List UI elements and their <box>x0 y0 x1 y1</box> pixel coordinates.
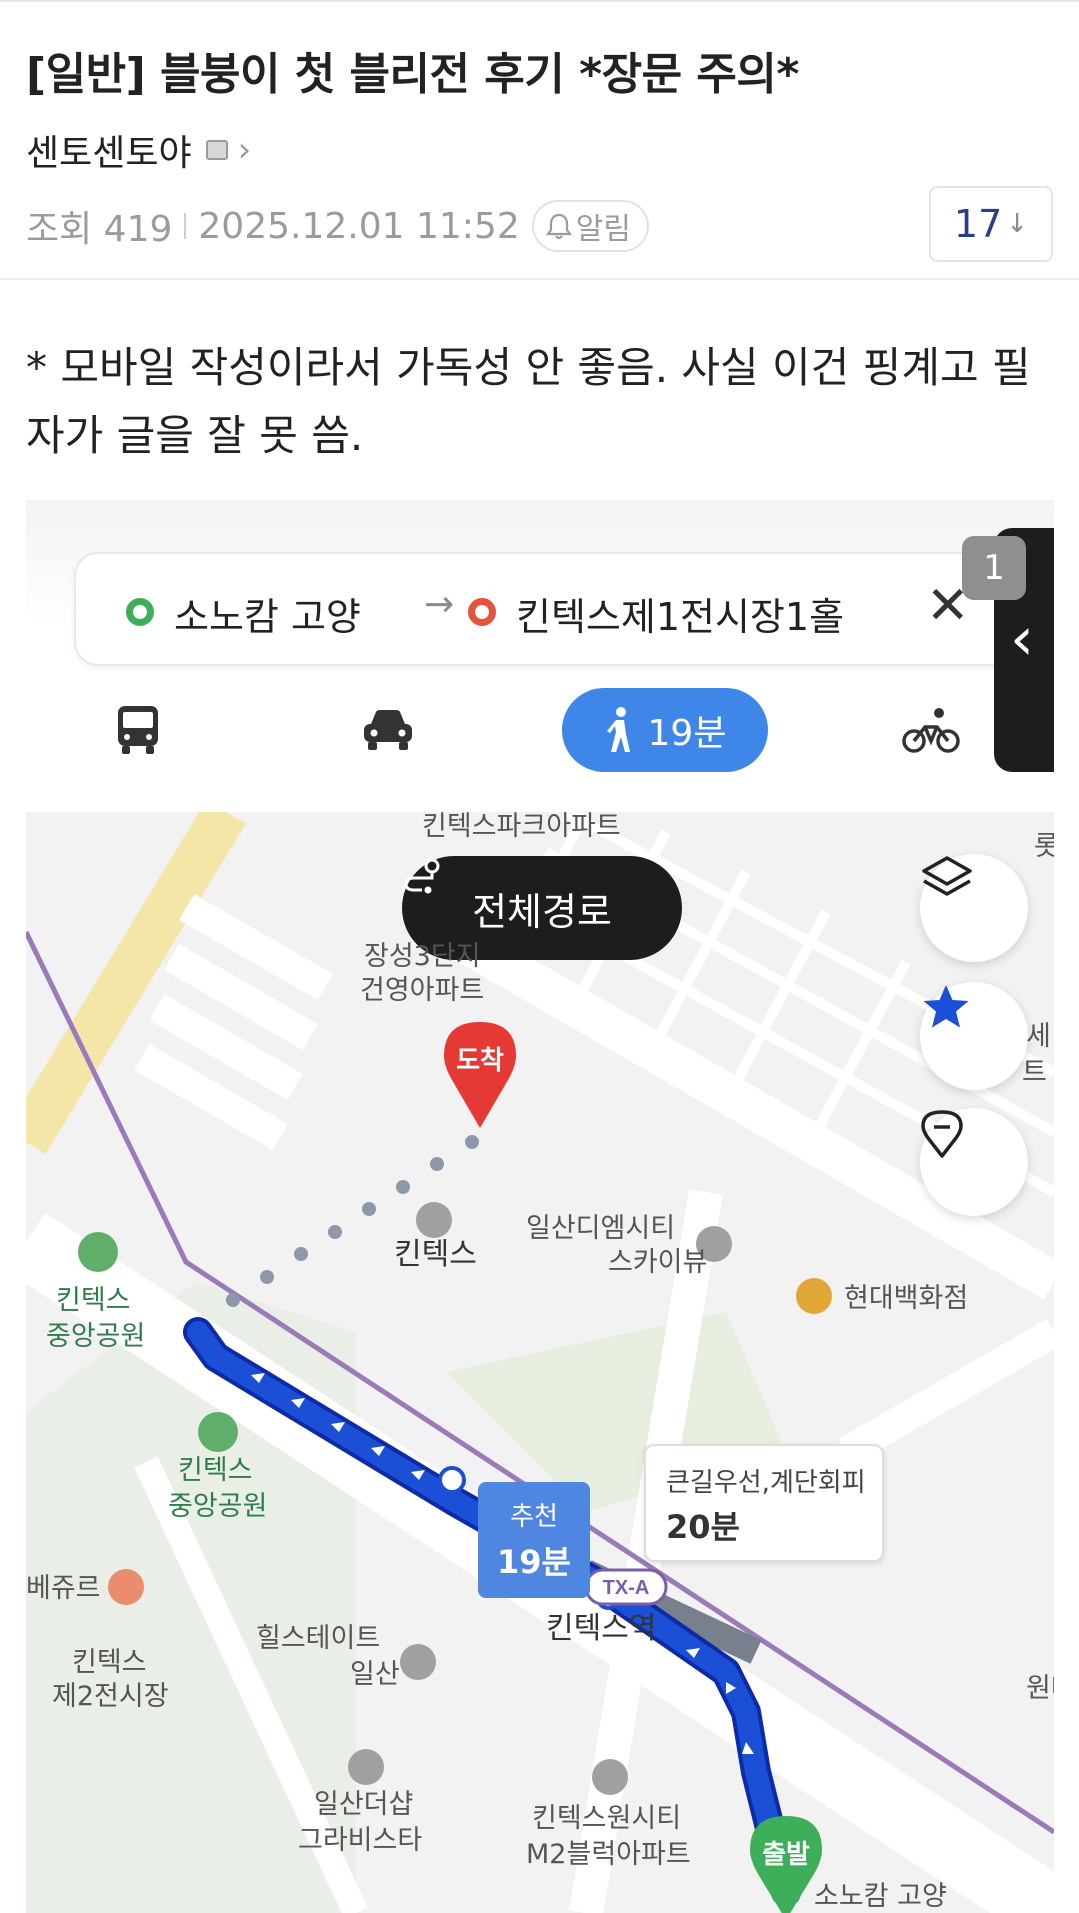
favorite-button <box>920 982 1028 1090</box>
side-tab-number: 1 <box>962 536 1026 600</box>
map-label: 중앙공원 <box>168 1491 268 1522</box>
departure-label: 출발 <box>762 1840 810 1870</box>
station-badge: TX-A <box>603 1577 650 1599</box>
map-label: 트 <box>1022 1057 1047 1088</box>
post-datetime: 2025.12.01 11:52 <box>198 205 520 247</box>
map-label: 킨텍스 <box>72 1647 147 1678</box>
map-label: 원마 <box>1026 1673 1054 1704</box>
chevron-right-icon: › <box>237 130 252 170</box>
bell-icon <box>545 213 572 240</box>
car-icon <box>364 710 412 750</box>
map-label: 중앙공원 <box>46 1321 146 1352</box>
layers-button <box>920 854 1028 962</box>
destination-ring-icon <box>468 598 496 626</box>
alternative-label: 큰길우선,계단회피 <box>666 1468 866 1498</box>
walk-icon <box>606 707 630 752</box>
map-label: 킨텍스역 <box>546 1611 657 1646</box>
route-header: 소노캄 고양 → 킨텍스제1전시장1홀 ✕ 19분 1 ‹ <box>26 500 1054 812</box>
map-label: 킨텍스파크아파트 <box>422 811 621 842</box>
arrival-label: 도착 <box>456 1046 504 1076</box>
map-label: 일산디엠시티 <box>526 1213 676 1244</box>
map-label: 일산 <box>350 1659 400 1690</box>
map-canvas: TX-A <box>26 812 1054 1913</box>
alternative-time: 20분 <box>666 1508 740 1546</box>
alternative-route-box: 큰길우선,계단회피 20분 <box>644 1444 884 1562</box>
recommended-label: 추천 <box>510 1502 558 1532</box>
header-divider <box>0 278 1079 280</box>
map-label: 소노캄 고양 <box>814 1881 947 1912</box>
map-label: 현대백화점 <box>844 1283 969 1314</box>
author-row[interactable]: 센토센토야 › <box>26 124 251 176</box>
recommended-time: 19분 <box>497 1543 571 1581</box>
location-pin-icon <box>921 1110 963 1158</box>
map-label: 그라비스타 <box>298 1825 423 1856</box>
map-label: 킨텍스원시티 <box>532 1803 682 1834</box>
post-body-text: * 모바일 작성이라서 가독성 안 좋음. 사실 이건 핑계고 필자가 글을 잘… <box>26 343 1031 460</box>
location-button <box>920 1108 1028 1216</box>
arrow-down-icon: ↓ <box>1006 209 1029 239</box>
map-label: 킨텍스 <box>178 1455 253 1486</box>
map-label: 일산더샵 <box>314 1789 414 1820</box>
map-label: 킨텍스 <box>394 1237 477 1272</box>
chevron-left-icon: ‹ <box>1010 604 1034 674</box>
walk-time: 19분 <box>647 713 727 754</box>
origin-ring-icon <box>126 598 154 626</box>
map-label: 제2전시장 <box>52 1681 169 1712</box>
arrow-right-icon: → <box>424 584 455 625</box>
full-route-label: 전체경로 <box>472 889 612 934</box>
map-label: 세 <box>1026 1021 1051 1052</box>
map-label: 힐스테이트 <box>256 1623 381 1654</box>
map-label: 킨텍스 <box>56 1285 131 1316</box>
arrival-marker: 도착 <box>440 1018 520 1130</box>
map-label: 건영아파트 <box>360 975 485 1006</box>
route-search-box: 소노캄 고양 → 킨텍스제1전시장1홀 ✕ <box>74 552 1034 666</box>
map-label: 롯 <box>1034 831 1054 862</box>
route-icon <box>404 858 440 894</box>
top-border <box>0 0 1079 4</box>
bus-icon <box>118 706 158 754</box>
meta-divider <box>184 213 187 239</box>
map-screenshot-image: 소노캄 고양 → 킨텍스제1전시장1홀 ✕ 19분 1 ‹ TX-A 킨텍스파크… <box>26 500 1054 1913</box>
post-meta: 조회 419 2025.12.01 11:52 알림 <box>26 200 649 252</box>
map-label: M2블럭아파트 <box>526 1839 691 1870</box>
bus-mode-tab <box>78 688 198 772</box>
post-title: [일반] 블붕이 첫 블리전 후기 *장문 주의* <box>26 49 799 100</box>
car-mode-tab <box>328 688 448 772</box>
map-view: TX-A 킨텍스파크아파트 롯 전체경로 세 트 장성3단지 건영아파트 도착 … <box>26 811 1054 1913</box>
map-label: 베쥬르 <box>26 1573 101 1604</box>
author-name[interactable]: 센토센토야 <box>26 124 192 176</box>
alert-label: 알림 <box>575 212 631 247</box>
map-label: 스카이뷰 <box>608 1247 708 1278</box>
layers-icon <box>922 856 972 896</box>
map-label: 장성3단지 <box>364 941 481 972</box>
route-origin: 소노캄 고양 <box>174 595 361 639</box>
walk-mode-tab: 19분 <box>562 688 768 772</box>
star-icon <box>923 985 969 1028</box>
comment-count: 17 <box>953 202 1003 246</box>
comment-count-button[interactable]: 17 ↓ <box>929 186 1053 262</box>
user-badge-icon <box>205 140 228 160</box>
view-count: 조회 419 <box>26 209 173 250</box>
recommended-route-box: 추천 19분 <box>478 1482 590 1598</box>
transport-mode-tabs: 19분 <box>26 688 1054 788</box>
bicycle-icon <box>902 708 960 753</box>
route-destination: 킨텍스제1전시장1홀 <box>516 595 845 639</box>
alert-button[interactable]: 알림 <box>531 200 649 252</box>
bike-mode-tab <box>886 688 976 772</box>
